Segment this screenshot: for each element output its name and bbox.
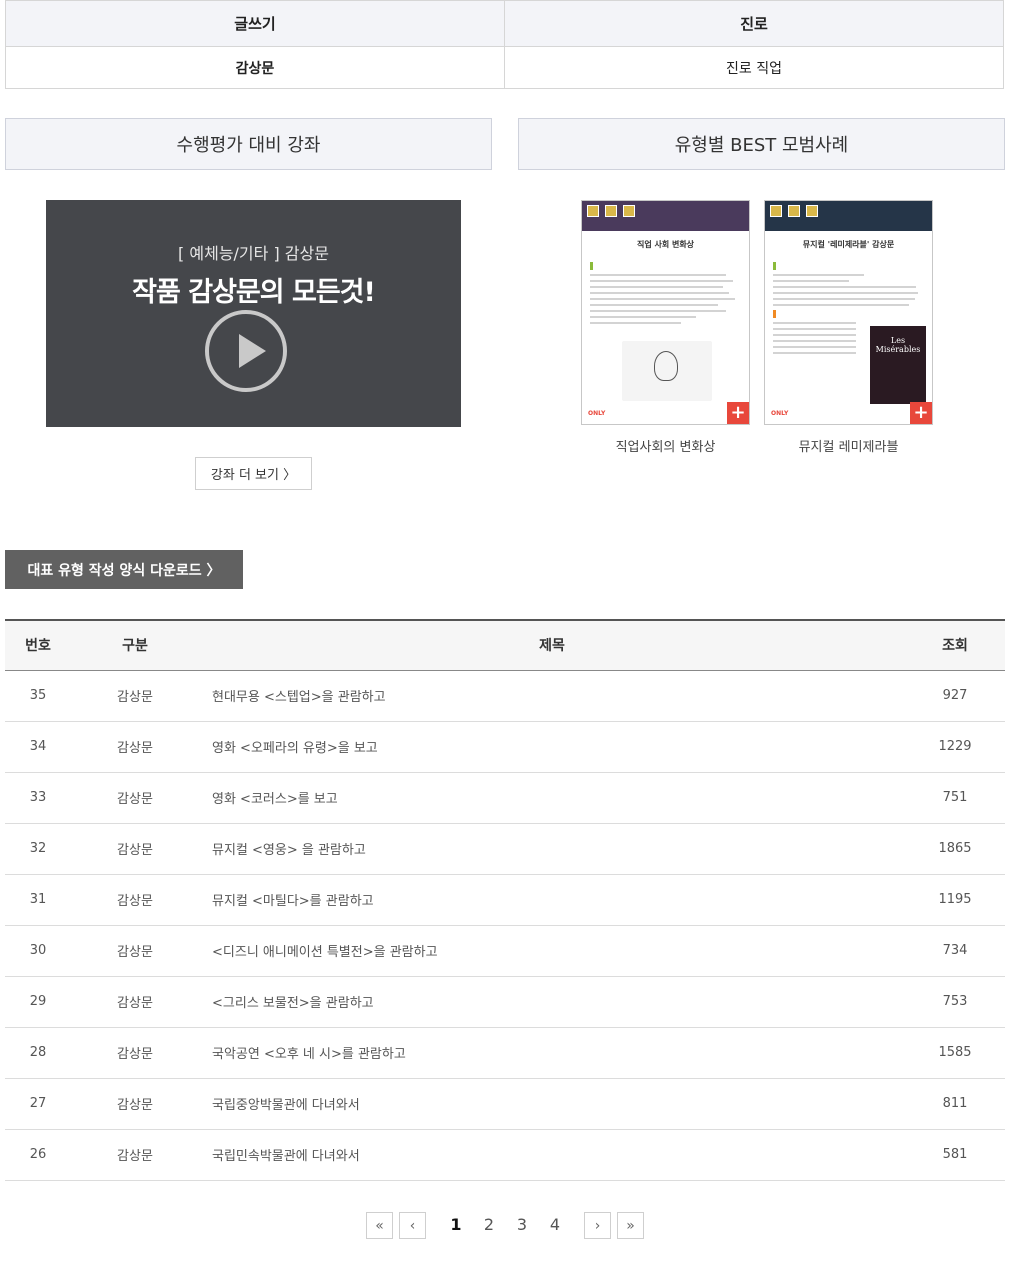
musical-poster-image: Les Misérables — [870, 326, 926, 404]
page-link-3[interactable]: 3 — [512, 1215, 532, 1234]
row-views: 1229 — [905, 721, 1005, 773]
row-title-link[interactable]: 뮤지컬 <영웅> 을 관람하고 — [199, 823, 905, 875]
category-link-review[interactable]: 감상문 — [5, 46, 505, 89]
row-number: 29 — [5, 976, 71, 1028]
row-number: 34 — [5, 721, 71, 773]
table-row[interactable]: 31 감상문 뮤지컬 <마틸다>를 관람하고 1195 — [5, 874, 1005, 926]
plus-icon[interactable]: + — [727, 402, 749, 424]
best-card-1[interactable]: 직업 사회 변화상 ONLY + — [581, 200, 750, 425]
row-title-link[interactable]: <디즈니 애니메이션 특별전>을 관람하고 — [199, 925, 905, 977]
row-category: 감상문 — [71, 1027, 199, 1079]
only-logo: ONLY — [771, 410, 789, 417]
card-doc-title: 뮤지컬 '레미제라블' 감상문 — [802, 240, 895, 249]
first-page-button[interactable]: « — [366, 1212, 393, 1239]
page-link-1[interactable]: 1 — [446, 1215, 466, 1234]
row-category: 감상문 — [71, 721, 199, 773]
row-category: 감상문 — [71, 874, 199, 926]
pagination: « ‹ 1 2 3 4 › » — [0, 1212, 1011, 1239]
post-list-table: 번호 구분 제목 조회 35 감상문 현대무용 <스텝업>을 관람하고 927 … — [5, 619, 1005, 1181]
row-views: 581 — [905, 1129, 1005, 1181]
row-category: 감상문 — [71, 772, 199, 824]
column-header-category: 구분 — [71, 619, 199, 671]
card-doc-title: 직업 사회 변화상 — [636, 240, 695, 249]
row-title-link[interactable]: 국악공연 <오후 네 시>를 관람하고 — [199, 1027, 905, 1079]
video-headline: 작품 감상문의 모든것! — [132, 277, 376, 308]
lecture-video-banner[interactable]: [ 예체능/기타 ] 감상문 작품 감상문의 모든것! — [46, 200, 461, 427]
only-logo: ONLY — [588, 410, 606, 417]
row-title-link[interactable]: 국립중앙박물관에 다녀와서 — [199, 1078, 905, 1130]
badge-icon — [770, 205, 782, 217]
badge-icon — [623, 205, 635, 217]
row-views: 753 — [905, 976, 1005, 1028]
category-header-writing: 글쓰기 — [5, 0, 505, 47]
row-title-link[interactable]: <그리스 보물전>을 관람하고 — [199, 976, 905, 1028]
table-row[interactable]: 27 감상문 국립중앙박물관에 다녀와서 811 — [5, 1078, 1005, 1130]
row-views: 927 — [905, 670, 1005, 722]
row-title-link[interactable]: 영화 <오페라의 유령>을 보고 — [199, 721, 905, 773]
row-category: 감상문 — [71, 925, 199, 977]
column-header-number: 번호 — [5, 619, 71, 671]
badge-icon — [788, 205, 800, 217]
next-page-button[interactable]: › — [584, 1212, 611, 1239]
last-page-button[interactable]: » — [617, 1212, 644, 1239]
prev-page-button[interactable]: ‹ — [399, 1212, 426, 1239]
table-row[interactable]: 33 감상문 영화 <코러스>를 보고 751 — [5, 772, 1005, 824]
row-number: 33 — [5, 772, 71, 824]
table-row[interactable]: 30 감상문 <디즈니 애니메이션 특별전>을 관람하고 734 — [5, 925, 1005, 977]
page-link-2[interactable]: 2 — [479, 1215, 499, 1234]
table-row[interactable]: 26 감상문 국립민속박물관에 다녀와서 581 — [5, 1129, 1005, 1181]
row-number: 28 — [5, 1027, 71, 1079]
lecture-section-title: 수행평가 대비 강좌 — [5, 118, 492, 170]
page-link-4[interactable]: 4 — [545, 1215, 565, 1234]
row-views: 734 — [905, 925, 1005, 977]
video-category: [ 예체능/기타 ] 감상문 — [178, 244, 329, 263]
row-views: 1865 — [905, 823, 1005, 875]
row-title-link[interactable]: 현대무용 <스텝업>을 관람하고 — [199, 670, 905, 722]
row-category: 감상문 — [71, 823, 199, 875]
play-icon[interactable] — [205, 310, 287, 392]
category-header-career: 진로 — [504, 0, 1004, 47]
table-row[interactable]: 29 감상문 <그리스 보물전>을 관람하고 753 — [5, 976, 1005, 1028]
row-views: 751 — [905, 772, 1005, 824]
badge-icon — [587, 205, 599, 217]
plus-icon[interactable]: + — [910, 402, 932, 424]
table-row[interactable]: 35 감상문 현대무용 <스텝업>을 관람하고 927 — [5, 670, 1005, 722]
row-title-link[interactable]: 뮤지컬 <마틸다>를 관람하고 — [199, 874, 905, 926]
category-table: 글쓰기 진로 감상문 진로 직업 — [5, 0, 1004, 89]
row-views: 1195 — [905, 874, 1005, 926]
card-doc-text — [590, 262, 741, 324]
row-number: 30 — [5, 925, 71, 977]
category-link-career-job[interactable]: 진로 직업 — [504, 46, 1004, 89]
best-section-title: 유형별 BEST 모범사례 — [518, 118, 1005, 170]
column-header-views: 조회 — [905, 619, 1005, 671]
row-category: 감상문 — [71, 1129, 199, 1181]
row-title-link[interactable]: 국립민속박물관에 다녀와서 — [199, 1129, 905, 1181]
lightbulb-sketch-image — [622, 341, 712, 401]
row-number: 26 — [5, 1129, 71, 1181]
row-number: 27 — [5, 1078, 71, 1130]
row-number: 35 — [5, 670, 71, 722]
row-category: 감상문 — [71, 976, 199, 1028]
row-category: 감상문 — [71, 670, 199, 722]
row-title-link[interactable]: 영화 <코러스>를 보고 — [199, 772, 905, 824]
table-row[interactable]: 34 감상문 영화 <오페라의 유령>을 보고 1229 — [5, 721, 1005, 773]
best-card-caption[interactable]: 뮤지컬 레미제라블 — [764, 436, 933, 455]
row-views: 1585 — [905, 1027, 1005, 1079]
card-header-band — [765, 201, 932, 231]
column-header-title: 제목 — [199, 619, 905, 671]
row-number: 32 — [5, 823, 71, 875]
badge-icon — [605, 205, 617, 217]
table-row[interactable]: 32 감상문 뮤지컬 <영웅> 을 관람하고 1865 — [5, 823, 1005, 875]
table-header-row: 번호 구분 제목 조회 — [5, 619, 1005, 671]
table-row[interactable]: 28 감상문 국악공연 <오후 네 시>를 관람하고 1585 — [5, 1027, 1005, 1079]
card-header-band — [582, 201, 749, 231]
row-category: 감상문 — [71, 1078, 199, 1130]
download-template-button[interactable]: 대표 유형 작성 양식 다운로드 〉 — [5, 550, 243, 589]
best-card-caption[interactable]: 직업사회의 변화상 — [581, 436, 750, 455]
badge-icon — [806, 205, 818, 217]
best-card-2[interactable]: 뮤지컬 '레미제라블' 감상문 Les Misérables ONLY + — [764, 200, 933, 425]
more-lectures-button[interactable]: 강좌 더 보기 〉 — [195, 457, 312, 490]
row-views: 811 — [905, 1078, 1005, 1130]
row-number: 31 — [5, 874, 71, 926]
